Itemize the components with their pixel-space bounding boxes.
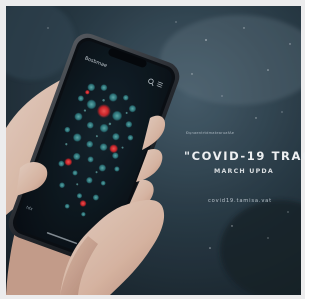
photo-scene: Bosbmae tdx ĐụnaentrtdmatearuafAe "COVID… bbox=[0, 0, 305, 299]
video-subtitle: MARCH UPDA bbox=[214, 168, 274, 175]
video-url: covid19.tamisa.vat bbox=[208, 198, 273, 204]
video-eyebrow-text: ĐụnaentrtdmatearuafAe bbox=[186, 131, 235, 135]
video-title: "COVID-19 TRAC bbox=[184, 149, 305, 163]
